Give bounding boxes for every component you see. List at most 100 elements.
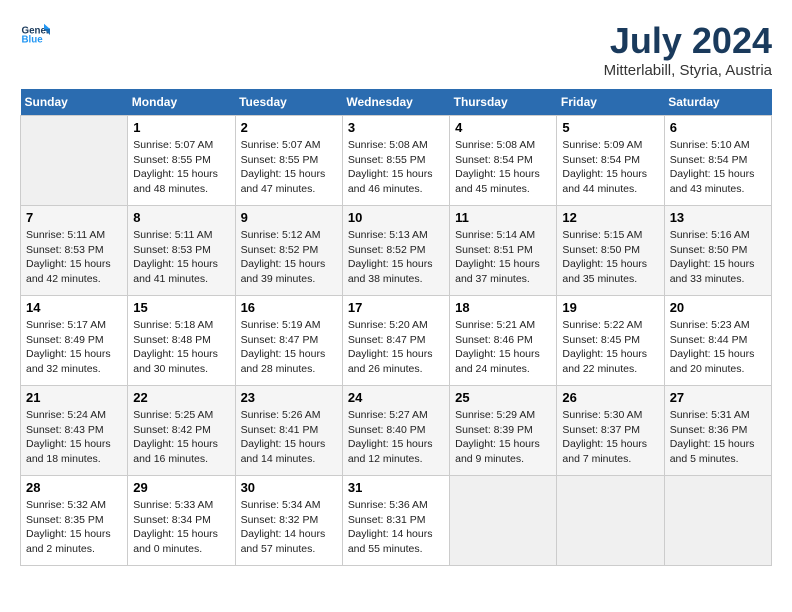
day-info: Sunrise: 5:31 AMSunset: 8:36 PMDaylight:… <box>670 408 766 467</box>
day-number: 25 <box>455 390 551 405</box>
day-number: 5 <box>562 120 658 135</box>
day-info: Sunrise: 5:09 AMSunset: 8:54 PMDaylight:… <box>562 138 658 197</box>
day-info: Sunrise: 5:25 AMSunset: 8:42 PMDaylight:… <box>133 408 229 467</box>
day-info: Sunrise: 5:08 AMSunset: 8:55 PMDaylight:… <box>348 138 444 197</box>
calendar-cell: 31Sunrise: 5:36 AMSunset: 8:31 PMDayligh… <box>342 476 449 566</box>
day-number: 28 <box>26 480 122 495</box>
calendar-cell <box>21 116 128 206</box>
day-info: Sunrise: 5:14 AMSunset: 8:51 PMDaylight:… <box>455 228 551 287</box>
day-info: Sunrise: 5:18 AMSunset: 8:48 PMDaylight:… <box>133 318 229 377</box>
day-number: 14 <box>26 300 122 315</box>
day-number: 27 <box>670 390 766 405</box>
calendar-cell: 9Sunrise: 5:12 AMSunset: 8:52 PMDaylight… <box>235 206 342 296</box>
calendar-week-row: 28 Sunrise: 5:32 AMSunset: 8:35 PMDayligh… <box>21 476 772 566</box>
day-number: 29 <box>133 480 229 495</box>
day-info: Sunrise: 5:32 AMSunset: 8:35 PMDaylight:… <box>26 498 122 557</box>
day-number: 1 <box>133 120 229 135</box>
day-number: 8 <box>133 210 229 225</box>
calendar-cell: 29 Sunrise: 5:33 AMSunset: 8:34 PMDayligh… <box>128 476 235 566</box>
calendar-header-row: SundayMondayTuesdayWednesdayThursdayFrid… <box>21 89 772 116</box>
logo-icon: General Blue <box>20 20 50 50</box>
day-number: 11 <box>455 210 551 225</box>
logo: General Blue <box>20 20 50 50</box>
calendar-cell: 11 Sunrise: 5:14 AMSunset: 8:51 PMDayligh… <box>450 206 557 296</box>
day-info: Sunrise: 5:27 AMSunset: 8:40 PMDaylight:… <box>348 408 444 467</box>
calendar-cell: 13 Sunrise: 5:16 AMSunset: 8:50 PMDayligh… <box>664 206 771 296</box>
calendar-week-row: 21Sunrise: 5:24 AMSunset: 8:43 PMDayligh… <box>21 386 772 476</box>
day-number: 4 <box>455 120 551 135</box>
day-info: Sunrise: 5:13 AMSunset: 8:52 PMDaylight:… <box>348 228 444 287</box>
month-title: July 2024 <box>604 20 772 62</box>
calendar-cell <box>557 476 664 566</box>
calendar-cell: 5 Sunrise: 5:09 AMSunset: 8:54 PMDaylight… <box>557 116 664 206</box>
calendar-cell: 4 Sunrise: 5:08 AMSunset: 8:54 PMDaylight… <box>450 116 557 206</box>
calendar-week-row: 14 Sunrise: 5:17 AMSunset: 8:49 PMDayligh… <box>21 296 772 386</box>
day-info: Sunrise: 5:33 AMSunset: 8:34 PMDaylight:… <box>133 498 229 557</box>
day-info: Sunrise: 5:36 AMSunset: 8:31 PMDaylight:… <box>348 498 444 557</box>
calendar-cell: 6Sunrise: 5:10 AMSunset: 8:54 PMDaylight… <box>664 116 771 206</box>
calendar-cell: 21Sunrise: 5:24 AMSunset: 8:43 PMDayligh… <box>21 386 128 476</box>
calendar-cell: 20Sunrise: 5:23 AMSunset: 8:44 PMDayligh… <box>664 296 771 386</box>
header-friday: Friday <box>557 89 664 116</box>
day-info: Sunrise: 5:22 AMSunset: 8:45 PMDaylight:… <box>562 318 658 377</box>
day-info: Sunrise: 5:11 AMSunset: 8:53 PMDaylight:… <box>26 228 122 287</box>
day-number: 3 <box>348 120 444 135</box>
day-number: 6 <box>670 120 766 135</box>
calendar-cell: 8 Sunrise: 5:11 AMSunset: 8:53 PMDaylight… <box>128 206 235 296</box>
day-number: 12 <box>562 210 658 225</box>
day-info: Sunrise: 5:19 AMSunset: 8:47 PMDaylight:… <box>241 318 337 377</box>
day-number: 30 <box>241 480 337 495</box>
calendar-week-row: 7 Sunrise: 5:11 AMSunset: 8:53 PMDaylight… <box>21 206 772 296</box>
header-thursday: Thursday <box>450 89 557 116</box>
day-number: 2 <box>241 120 337 135</box>
day-number: 16 <box>241 300 337 315</box>
calendar-cell: 14 Sunrise: 5:17 AMSunset: 8:49 PMDayligh… <box>21 296 128 386</box>
header-sunday: Sunday <box>21 89 128 116</box>
location-subtitle: Mitterlabill, Styria, Austria <box>604 62 772 79</box>
day-number: 10 <box>348 210 444 225</box>
day-number: 26 <box>562 390 658 405</box>
calendar-cell: 3 Sunrise: 5:08 AMSunset: 8:55 PMDaylight… <box>342 116 449 206</box>
day-info: Sunrise: 5:17 AMSunset: 8:49 PMDaylight:… <box>26 318 122 377</box>
day-number: 24 <box>348 390 444 405</box>
day-number: 17 <box>348 300 444 315</box>
day-info: Sunrise: 5:08 AMSunset: 8:54 PMDaylight:… <box>455 138 551 197</box>
calendar-cell: 25 Sunrise: 5:29 AMSunset: 8:39 PMDayligh… <box>450 386 557 476</box>
calendar-cell: 18 Sunrise: 5:21 AMSunset: 8:46 PMDayligh… <box>450 296 557 386</box>
day-info: Sunrise: 5:16 AMSunset: 8:50 PMDaylight:… <box>670 228 766 287</box>
day-number: 19 <box>562 300 658 315</box>
header-monday: Monday <box>128 89 235 116</box>
calendar-cell: 16 Sunrise: 5:19 AMSunset: 8:47 PMDayligh… <box>235 296 342 386</box>
calendar-table: SundayMondayTuesdayWednesdayThursdayFrid… <box>20 89 772 566</box>
day-info: Sunrise: 5:30 AMSunset: 8:37 PMDaylight:… <box>562 408 658 467</box>
page-header: General Blue July 2024 Mitterlabill, Sty… <box>20 20 772 79</box>
day-info: Sunrise: 5:34 AMSunset: 8:32 PMDaylight:… <box>241 498 337 557</box>
calendar-cell: 15 Sunrise: 5:18 AMSunset: 8:48 PMDayligh… <box>128 296 235 386</box>
calendar-cell: 28 Sunrise: 5:32 AMSunset: 8:35 PMDayligh… <box>21 476 128 566</box>
day-info: Sunrise: 5:11 AMSunset: 8:53 PMDaylight:… <box>133 228 229 287</box>
header-wednesday: Wednesday <box>342 89 449 116</box>
day-number: 9 <box>241 210 337 225</box>
calendar-week-row: 1 Sunrise: 5:07 AMSunset: 8:55 PMDaylight… <box>21 116 772 206</box>
day-info: Sunrise: 5:20 AMSunset: 8:47 PMDaylight:… <box>348 318 444 377</box>
calendar-cell: 7 Sunrise: 5:11 AMSunset: 8:53 PMDaylight… <box>21 206 128 296</box>
day-info: Sunrise: 5:21 AMSunset: 8:46 PMDaylight:… <box>455 318 551 377</box>
calendar-cell: 1 Sunrise: 5:07 AMSunset: 8:55 PMDaylight… <box>128 116 235 206</box>
calendar-cell: 19 Sunrise: 5:22 AMSunset: 8:45 PMDayligh… <box>557 296 664 386</box>
calendar-cell: 26 Sunrise: 5:30 AMSunset: 8:37 PMDayligh… <box>557 386 664 476</box>
day-number: 15 <box>133 300 229 315</box>
day-info: Sunrise: 5:15 AMSunset: 8:50 PMDaylight:… <box>562 228 658 287</box>
calendar-cell: 10 Sunrise: 5:13 AMSunset: 8:52 PMDayligh… <box>342 206 449 296</box>
day-info: Sunrise: 5:24 AMSunset: 8:43 PMDaylight:… <box>26 408 122 467</box>
calendar-cell: 12 Sunrise: 5:15 AMSunset: 8:50 PMDayligh… <box>557 206 664 296</box>
day-number: 22 <box>133 390 229 405</box>
day-number: 7 <box>26 210 122 225</box>
calendar-cell: 22 Sunrise: 5:25 AMSunset: 8:42 PMDayligh… <box>128 386 235 476</box>
day-info: Sunrise: 5:29 AMSunset: 8:39 PMDaylight:… <box>455 408 551 467</box>
day-number: 23 <box>241 390 337 405</box>
day-number: 18 <box>455 300 551 315</box>
svg-text:Blue: Blue <box>22 35 44 46</box>
day-info: Sunrise: 5:07 AMSunset: 8:55 PMDaylight:… <box>133 138 229 197</box>
day-info: Sunrise: 5:23 AMSunset: 8:44 PMDaylight:… <box>670 318 766 377</box>
day-number: 13 <box>670 210 766 225</box>
